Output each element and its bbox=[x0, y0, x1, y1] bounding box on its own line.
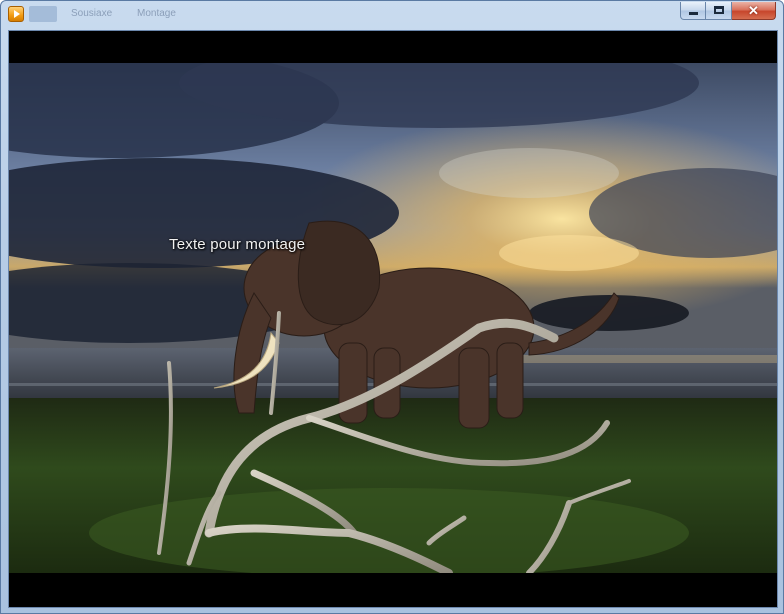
minimize-button[interactable] bbox=[680, 2, 706, 20]
menu-item-montage[interactable]: Montage bbox=[137, 8, 176, 19]
minimize-icon bbox=[689, 12, 698, 15]
close-button[interactable]: ✕ bbox=[732, 2, 776, 20]
video-area[interactable]: Texte pour montage bbox=[8, 30, 778, 608]
player-window: Sousiaxe Montage ✕ Texte pour montage bbox=[0, 0, 784, 614]
toolbar-ghost-button bbox=[29, 6, 57, 22]
letterbox-top bbox=[9, 31, 777, 63]
letterbox-bottom bbox=[9, 573, 777, 607]
app-play-icon[interactable] bbox=[8, 6, 24, 22]
caption-buttons: ✕ bbox=[680, 2, 776, 20]
video-frame: Texte pour montage bbox=[9, 63, 777, 573]
close-icon: ✕ bbox=[748, 3, 759, 18]
video-overlay-caption: Texte pour montage bbox=[169, 236, 306, 253]
maximize-icon bbox=[714, 6, 724, 14]
menu-item-sousiaxe[interactable]: Sousiaxe bbox=[71, 8, 112, 19]
maximize-button[interactable] bbox=[706, 2, 732, 20]
title-bar[interactable]: Sousiaxe Montage ✕ bbox=[1, 1, 783, 27]
video-frame-image bbox=[9, 63, 777, 573]
